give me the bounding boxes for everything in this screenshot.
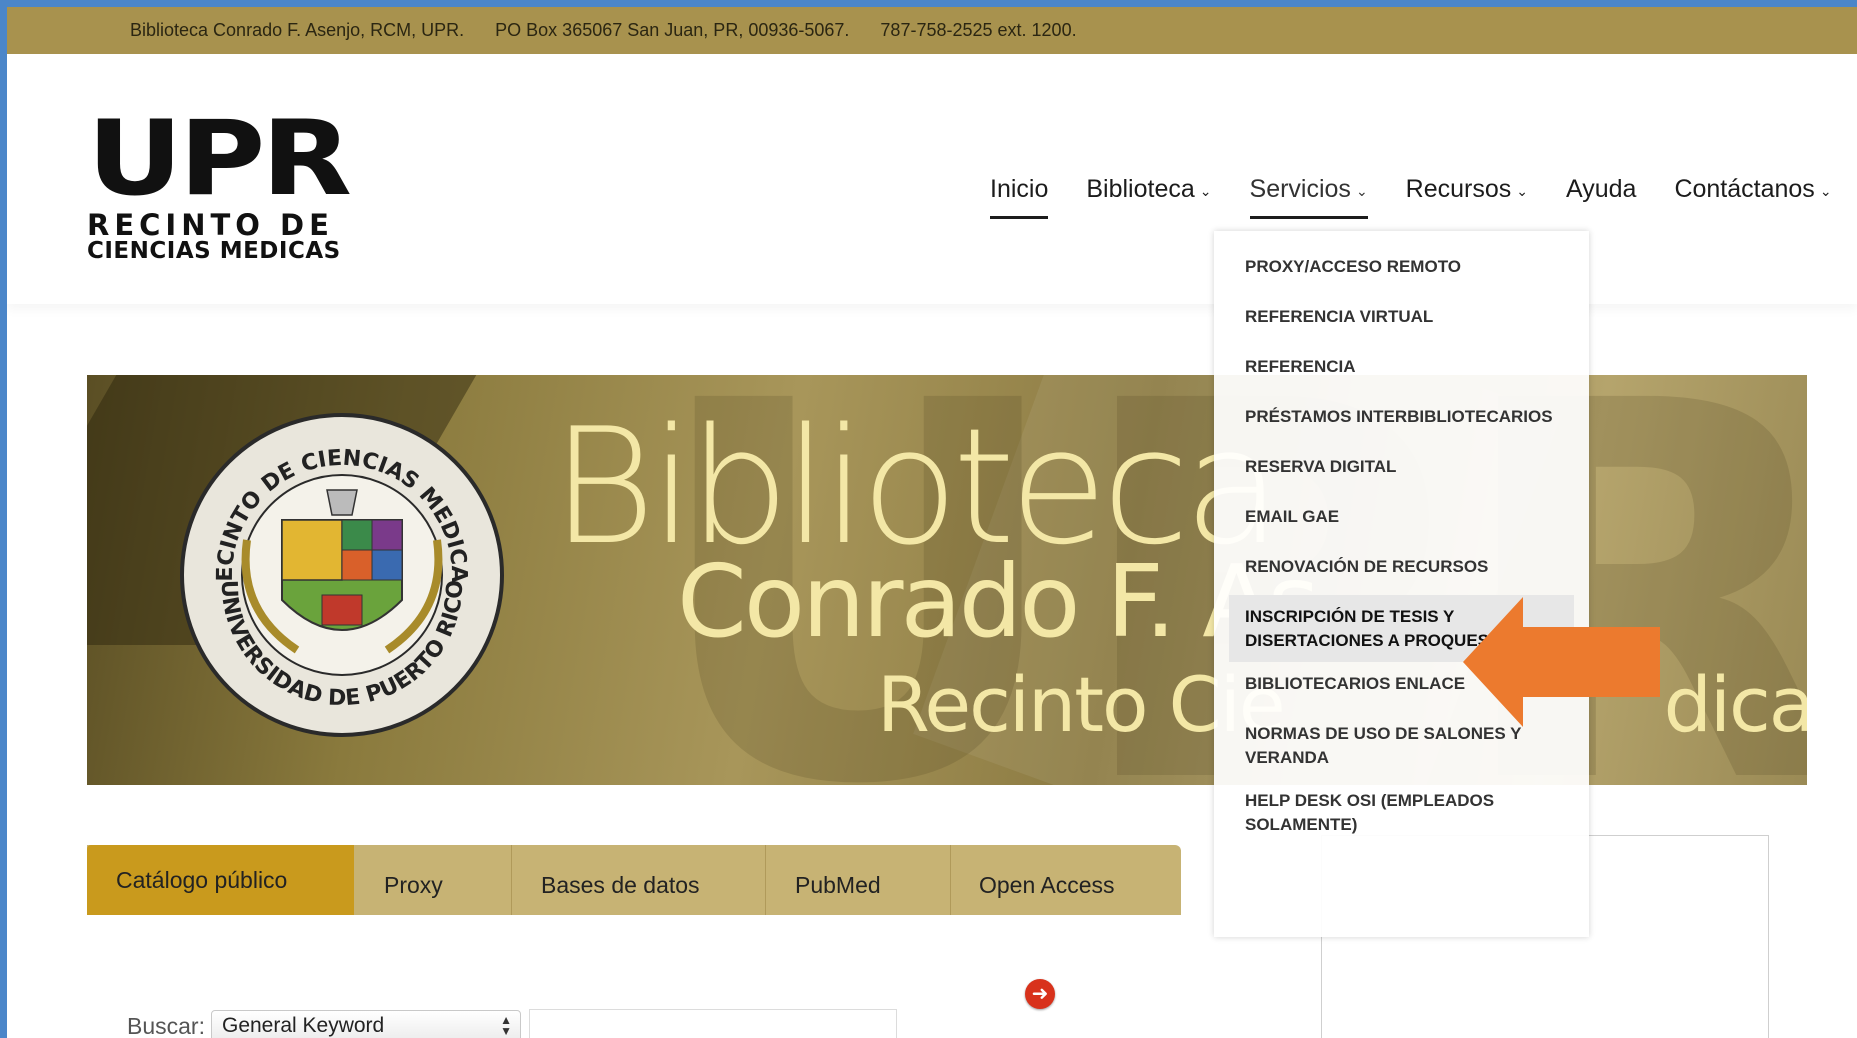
logo-line-2: CIENCIAS MEDICAS xyxy=(87,238,341,264)
chevron-down-icon: ⌄ xyxy=(1199,182,1212,199)
search-label: Buscar: xyxy=(127,1012,205,1038)
tab-label: Catálogo público xyxy=(116,866,288,893)
university-seal-icon: RECINTO DE CIENCIAS MEDICAS UNIVERSIDAD … xyxy=(177,410,504,737)
library-address: PO Box 365067 San Juan, PR, 00936-5067. xyxy=(495,20,850,40)
nav-label: Inicio xyxy=(990,174,1049,203)
menu-item-referencia[interactable]: REFERENCIA xyxy=(1214,345,1589,395)
info-bar: Biblioteca Conrado F. Asenjo, RCM, UPR. … xyxy=(7,7,1857,54)
search-type-value: General Keyword xyxy=(221,1014,385,1037)
tab-label: PubMed xyxy=(795,871,881,898)
tab-label: Open Access xyxy=(979,871,1115,898)
servicios-dropdown-menu: PROXY/ACCESO REMOTO REFERENCIA VIRTUAL R… xyxy=(1214,231,1589,937)
tab-label: Proxy xyxy=(384,871,443,898)
chevron-down-icon: ⌄ xyxy=(1516,182,1528,199)
tab-label: Bases de datos xyxy=(541,871,700,898)
tab-open-access[interactable]: Open Access xyxy=(951,845,1179,915)
logo-subtitle: RECINTO DE CIENCIAS MEDICAS xyxy=(87,211,387,265)
tab-proxy[interactable]: Proxy xyxy=(354,845,511,915)
nav-label: Biblioteca xyxy=(1086,174,1195,203)
menu-item-help-desk[interactable]: HELP DESK OSI (EMPLEADOS SOLAMENTE) xyxy=(1214,779,1589,846)
chevron-down-icon: ⌄ xyxy=(1819,182,1832,199)
library-name: Biblioteca Conrado F. Asenjo, RCM, UPR. xyxy=(130,20,465,40)
menu-item-reserva-digital[interactable]: RESERVA DIGITAL xyxy=(1214,445,1589,495)
tab-bases-de-datos[interactable]: Bases de datos xyxy=(512,845,765,915)
nav-inicio[interactable]: Inicio xyxy=(971,167,1067,219)
search-tabs: Catálogo público Proxy Bases de datos Pu… xyxy=(87,845,1181,915)
upr-logo[interactable]: UPR RECINTO DE CIENCIAS MEDICAS xyxy=(87,97,387,269)
menu-item-email-gae[interactable]: EMAIL GAE xyxy=(1214,495,1589,545)
select-arrows-icon: ▲ ▼ xyxy=(500,1013,512,1038)
search-type-select[interactable]: General Keyword ▲ ▼ xyxy=(210,1010,521,1038)
search-go-button[interactable]: ➜ xyxy=(1025,979,1055,1009)
menu-item-proxy[interactable]: PROXY/ACCESO REMOTO xyxy=(1214,245,1589,295)
tab-pubmed[interactable]: PubMed xyxy=(766,845,950,915)
nav-biblioteca[interactable]: Biblioteca ⌄ xyxy=(1067,167,1230,211)
library-phone[interactable]: 787-758-2525 ext. 1200. xyxy=(880,20,1076,41)
menu-item-renovacion[interactable]: RENOVACIÓN DE RECURSOS xyxy=(1214,545,1589,595)
menu-item-referencia-virtual[interactable]: REFERENCIA VIRTUAL xyxy=(1214,295,1589,345)
nav-label: Servicios xyxy=(1249,174,1351,203)
nav-label: Contáctanos xyxy=(1674,174,1815,203)
nav-ayuda[interactable]: Ayuda xyxy=(1547,167,1655,211)
nav-label: Ayuda xyxy=(1566,174,1637,203)
nav-servicios[interactable]: Servicios ⌄ xyxy=(1231,167,1387,219)
search-input[interactable] xyxy=(528,1009,897,1038)
logo-upr-text: UPR xyxy=(87,97,352,219)
pointer-arrow-icon xyxy=(1463,597,1660,727)
chevron-down-icon: ⌄ xyxy=(1355,182,1368,199)
browser-page: Biblioteca Conrado F. Asenjo, RCM, UPR. … xyxy=(7,7,1857,1038)
banner-subtitle-2-tail: dicas xyxy=(1663,660,1807,749)
nav-contactanos[interactable]: Contáctanos ⌄ xyxy=(1655,167,1850,211)
tab-catalogo-publico[interactable]: Catálogo público xyxy=(87,845,354,915)
main-nav: Inicio Biblioteca ⌄ Servicios ⌄ Recursos… xyxy=(971,167,1851,219)
nav-label: Recursos xyxy=(1405,174,1512,203)
catalog-search: Buscar: General Keyword ▲ ▼ ➜ xyxy=(127,979,1055,1038)
nav-recursos[interactable]: Recursos ⌄ xyxy=(1387,167,1547,211)
menu-item-prestamos[interactable]: PRÉSTAMOS INTERBIBLIOTECARIOS xyxy=(1214,395,1589,445)
